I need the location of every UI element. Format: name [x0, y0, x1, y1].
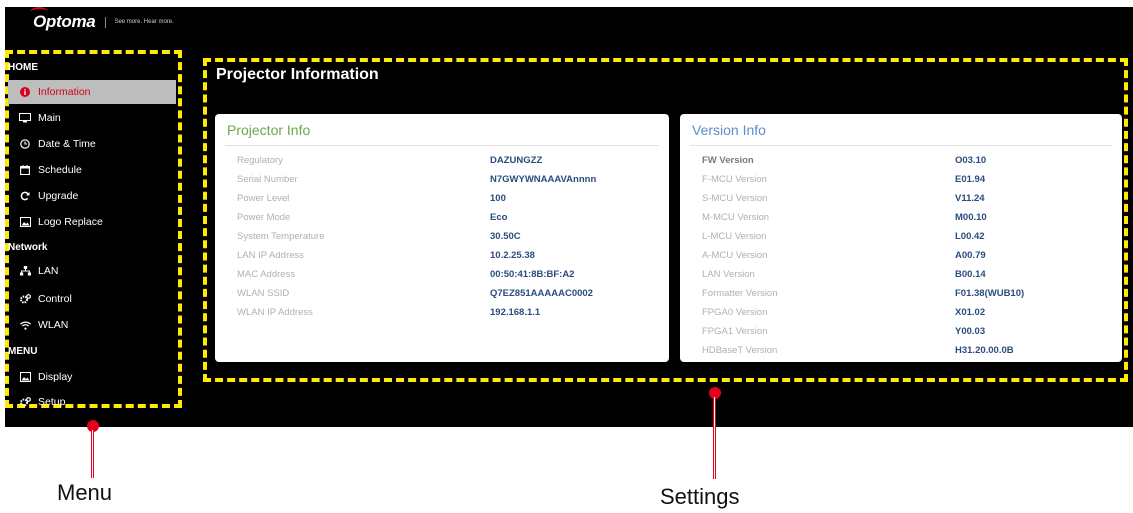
info-row-value: O03.10	[955, 155, 987, 166]
menu-item-wlan[interactable]: WLAN	[8, 313, 176, 337]
brand-tagline: See more. Hear more.	[114, 19, 174, 25]
logo-swoosh-icon	[30, 7, 48, 17]
brand-divider	[105, 16, 107, 28]
info-row-label: S-MCU Version	[702, 193, 768, 204]
info-row-value: B00.14	[955, 269, 986, 280]
menu-item-upgrade[interactable]: Upgrade	[8, 184, 176, 208]
info-row-label: Regulatory	[237, 155, 283, 166]
info-row-label: WLAN SSID	[237, 288, 290, 299]
menu-section-network: Network	[8, 242, 48, 253]
image-icon	[18, 217, 32, 227]
menu-item-label: Setup	[38, 396, 66, 408]
calendar-icon	[18, 165, 32, 175]
info-row-value: DAZUNGZZ	[490, 155, 543, 166]
divider	[690, 145, 1112, 146]
brand: Optoma See more. Hear more.	[30, 7, 174, 32]
info-row-label: Formatter Version	[702, 288, 778, 299]
menu-item-logo-replace[interactable]: Logo Replace	[8, 210, 176, 234]
refresh-icon	[18, 191, 32, 201]
menu-item-label: Main	[38, 112, 61, 124]
menu-item-label: Control	[38, 293, 72, 305]
info-row-label: L-MCU Version	[702, 231, 767, 242]
card-title: Version Info	[692, 122, 766, 138]
menu-item-label: WLAN	[38, 319, 69, 331]
network-icon	[18, 266, 32, 276]
divider	[225, 145, 659, 146]
info-row-value: M00.10	[955, 212, 987, 223]
info-row-label: FPGA0 Version	[702, 307, 768, 318]
info-row-label: A-MCU Version	[702, 250, 768, 261]
gears-icon	[18, 294, 32, 304]
gears-icon	[18, 397, 32, 407]
menu-callout-label: Menu	[57, 480, 113, 505]
info-row-value: 192.168.1.1	[490, 307, 541, 318]
menu-item-schedule[interactable]: Schedule	[8, 158, 176, 182]
clock-icon	[18, 139, 32, 149]
menu-item-label: Date & Time	[38, 138, 96, 150]
card-title: Projector Info	[227, 122, 311, 138]
info-row-value: 30.50C	[490, 231, 521, 242]
info-row-value: 10.2.25.38	[490, 250, 535, 261]
menu-item-display[interactable]: Display	[8, 365, 176, 389]
info-row-value: 100	[490, 193, 506, 204]
info-row-value: E01.94	[955, 174, 986, 185]
page-title: Projector Information	[216, 66, 379, 83]
info-row-value: Q7EZ851AAAAAC0002	[490, 288, 593, 299]
info-row-label: Serial Number	[237, 174, 298, 185]
info-row-label: System Temperature	[237, 231, 325, 242]
menu-item-label: Upgrade	[38, 190, 79, 202]
menu-item-label: LAN	[38, 265, 59, 277]
optoma-logo: Optoma	[30, 7, 96, 32]
menu-item-label: Information	[38, 86, 91, 98]
info-row-label: WLAN IP Address	[237, 307, 313, 318]
info-row-label: MAC Address	[237, 269, 296, 280]
version-info-card: Version Info FW Version O03.10 F-MCU Versi…	[680, 114, 1122, 362]
info-row-label: FPGA1 Version	[702, 326, 768, 337]
image-icon	[18, 372, 32, 382]
projector-info-card: Projector Info Regulatory DAZUNGZZ Serial …	[215, 114, 669, 362]
info-row-label: LAN IP Address	[237, 250, 304, 261]
menu-item-lan[interactable]: LAN	[8, 259, 176, 283]
info-row-value: F01.38(WUB10)	[955, 288, 1025, 299]
menu-item-label: Schedule	[38, 164, 82, 176]
menu-item-label: Logo Replace	[38, 216, 103, 228]
menu-callout-line	[91, 430, 94, 478]
info-icon	[18, 87, 32, 97]
info-row-value: V11.24	[955, 193, 985, 204]
menu-item-label: Display	[38, 371, 73, 383]
menu-item-information[interactable]: Information	[8, 80, 176, 104]
menu-section-menu: MENU	[8, 346, 38, 357]
monitor-icon	[18, 113, 32, 123]
info-row-label: F-MCU Version	[702, 174, 767, 185]
info-row-label: Power Mode	[237, 212, 291, 223]
info-row-label: Power Level	[237, 193, 290, 204]
menu-item-main[interactable]: Main	[8, 106, 176, 130]
info-row-label: FW Version	[702, 155, 754, 166]
menu-item-control[interactable]: Control	[8, 287, 176, 311]
info-row-value: Y00.03	[955, 326, 986, 337]
info-row-value: Eco	[490, 212, 508, 223]
info-row-value: X01.02	[955, 307, 986, 318]
info-row-value: L00.42	[955, 231, 985, 242]
info-row-value: H31.20.00.0B	[955, 345, 1014, 356]
info-row-label: HDBaseT Version	[702, 345, 778, 356]
settings-callout-label: Settings	[660, 484, 740, 509]
info-row-value: 00:50:41:8B:BF:A2	[490, 269, 575, 280]
menu-item-date-time[interactable]: Date & Time	[8, 132, 176, 156]
wifi-icon	[18, 320, 32, 330]
info-row-value: N7GWYWNAAAVAnnnn	[490, 174, 597, 185]
menu-section-home: HOME	[8, 62, 38, 73]
info-row-label: M-MCU Version	[702, 212, 770, 223]
menu-item-setup[interactable]: Setup	[8, 390, 176, 414]
info-row-value: A00.79	[955, 250, 986, 261]
info-row-label: LAN Version	[702, 269, 755, 280]
settings-callout-line	[713, 397, 716, 479]
